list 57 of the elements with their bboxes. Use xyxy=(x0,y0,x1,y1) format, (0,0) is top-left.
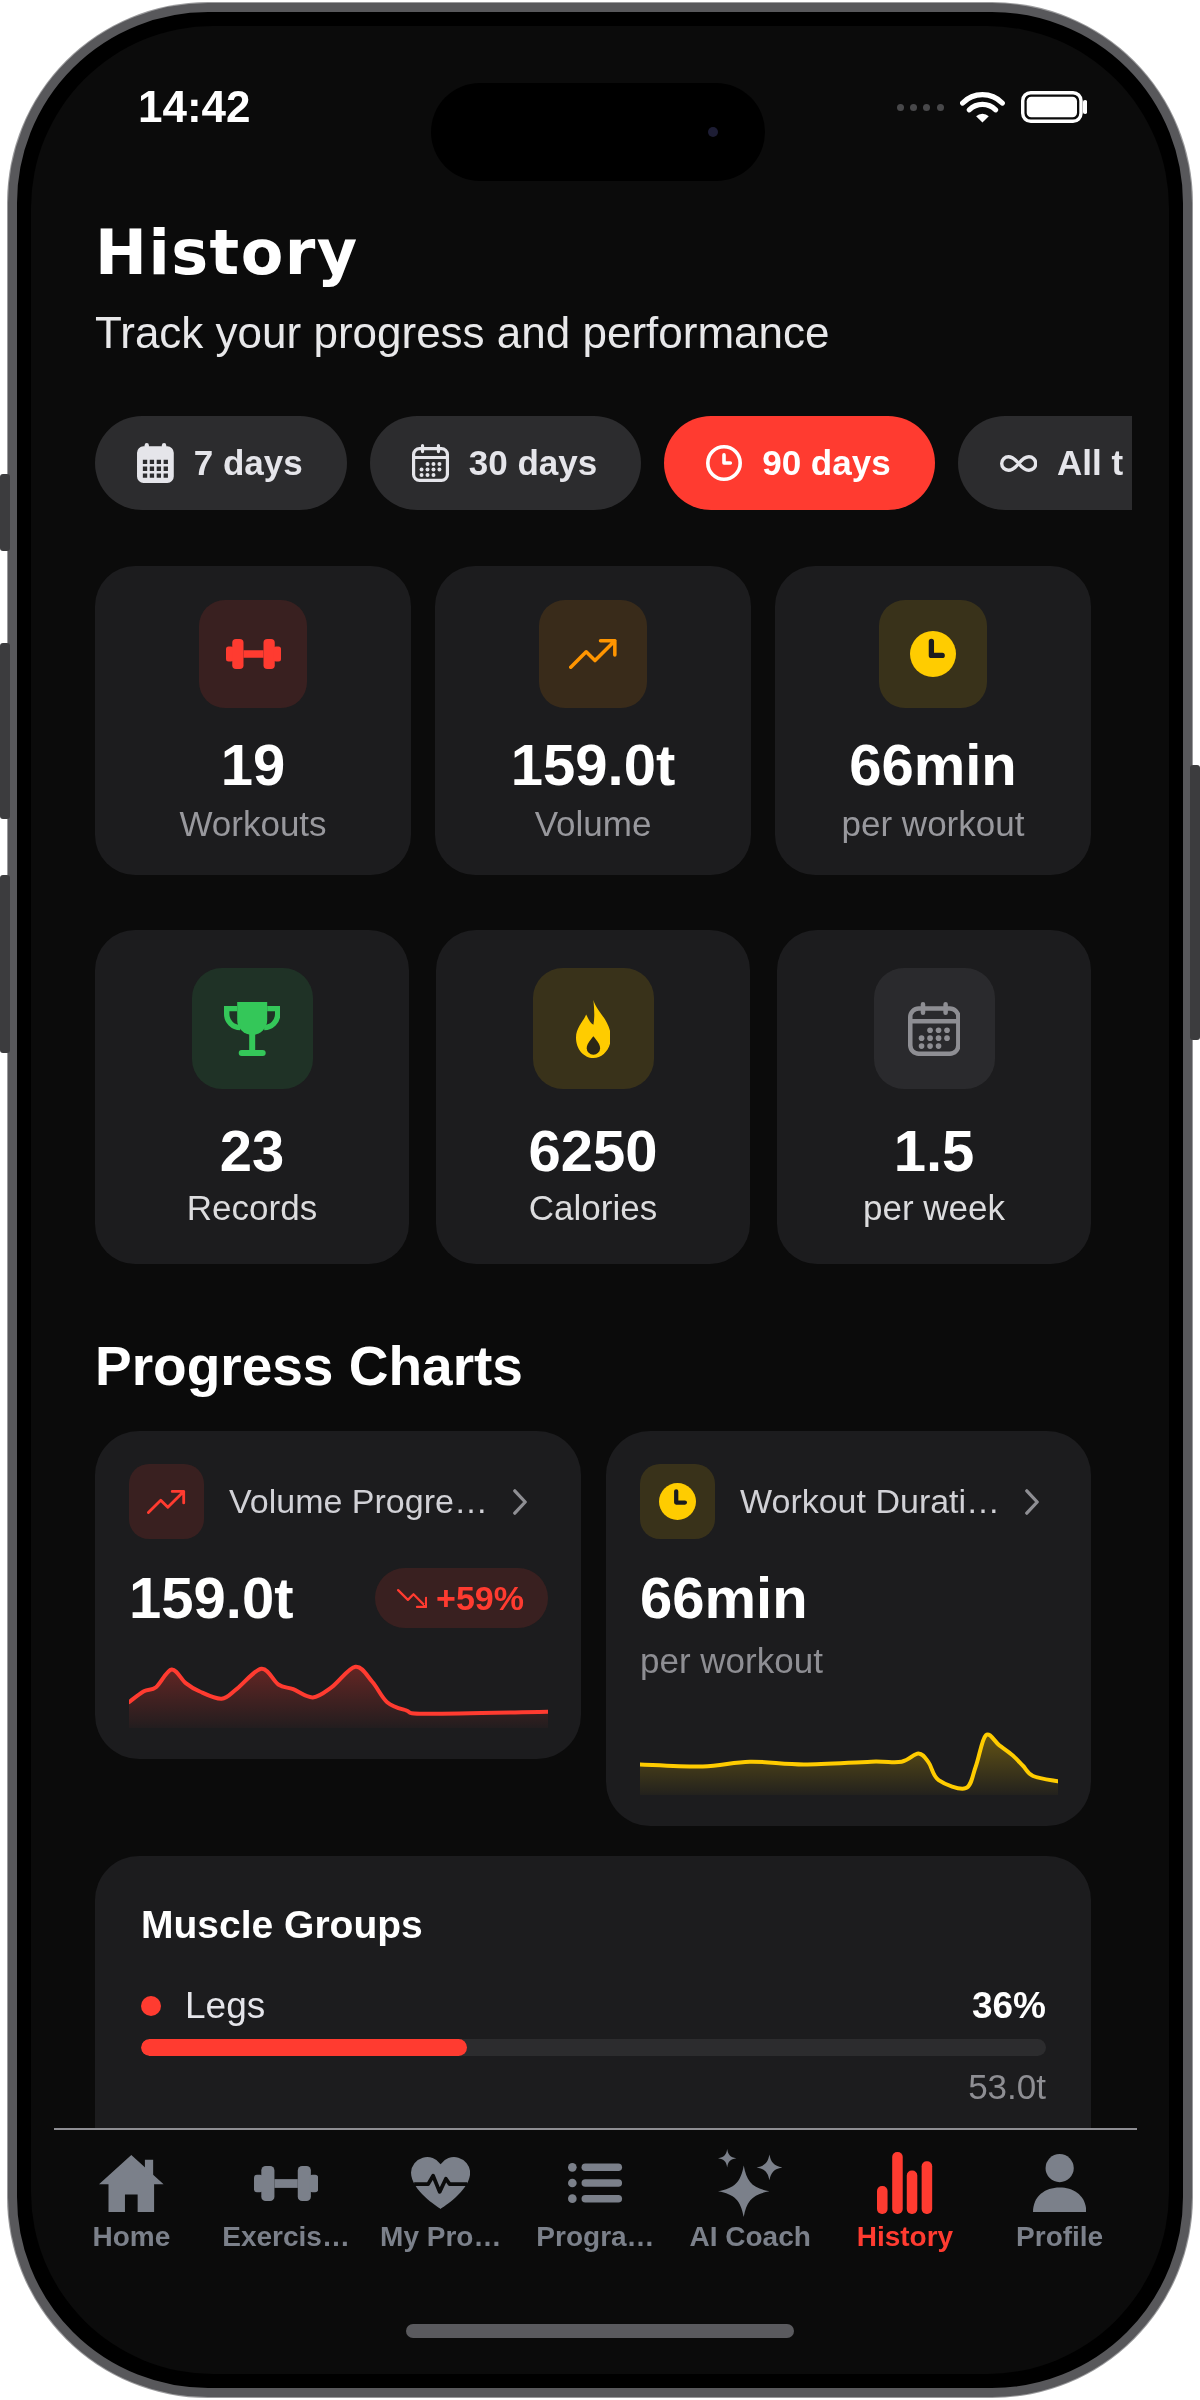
chart-value: 159.0t xyxy=(129,1566,294,1630)
sparkles-icon xyxy=(718,2149,783,2217)
change-percent: +59% xyxy=(436,1578,524,1618)
chevron-icon xyxy=(512,1488,527,1515)
stat-label: Calories xyxy=(528,1187,658,1229)
chart-title: Volume Progre… xyxy=(229,1482,488,1521)
muscle-name: Legs xyxy=(185,1985,266,2027)
chart-caption: per workout xyxy=(640,1640,823,1682)
muscle-share: 36% xyxy=(971,1985,1046,2027)
page-title: History xyxy=(95,218,359,288)
camera-icon xyxy=(708,127,718,137)
period-filter[interactable]: 7 days xyxy=(95,416,347,510)
list-icon xyxy=(568,2163,623,2203)
infinity-icon xyxy=(999,454,1038,472)
tab-item[interactable]: Profile xyxy=(1016,2152,1104,2254)
period-filter[interactable]: All t xyxy=(957,416,1132,510)
tab-item[interactable]: My Pro… xyxy=(380,2152,502,2254)
calendar-icon xyxy=(137,443,174,483)
heart-pulse-icon xyxy=(411,2157,471,2209)
chart-card[interactable]: Volume Progre… 159.0t +59% xyxy=(95,1431,581,1759)
stat-value: 19 xyxy=(220,733,286,797)
chart-value: 66min xyxy=(640,1566,808,1630)
card-title: Muscle Groups xyxy=(141,1902,423,1948)
person-icon xyxy=(1033,2154,1087,2212)
tab-item[interactable]: Progra… xyxy=(536,2152,655,2254)
home-icon xyxy=(99,2154,164,2212)
stat-value: 6250 xyxy=(528,1119,658,1183)
chevron-icon xyxy=(1025,1488,1040,1515)
bar-chart-icon xyxy=(877,2152,933,2214)
clock-icon xyxy=(706,445,743,481)
calendar-icon xyxy=(411,444,449,482)
tab-item[interactable]: History xyxy=(856,2152,954,2254)
stat-value: 1.5 xyxy=(893,1119,975,1183)
stat-label: per workout xyxy=(841,803,1025,845)
muscle-volume: 53.0t xyxy=(968,2066,1046,2108)
stat-value: 159.0t xyxy=(510,733,676,797)
stat-label: Volume xyxy=(534,803,652,845)
stat-value: 66min xyxy=(849,733,1017,797)
tab-item[interactable]: Home xyxy=(92,2152,171,2254)
wifi-icon xyxy=(959,91,1005,123)
stat-label: Records xyxy=(186,1187,318,1229)
trending-down-icon xyxy=(396,1588,428,1608)
dumbbell-icon xyxy=(253,2165,319,2201)
tab-item[interactable]: AI Coach xyxy=(689,2152,811,2254)
period-filter[interactable]: 30 days xyxy=(369,416,642,510)
period-filter[interactable]: 90 days xyxy=(664,416,935,510)
chart-title: Workout Durati… xyxy=(740,1482,1001,1521)
battery-icon xyxy=(1020,91,1087,123)
page-subtitle: Track your progress and performance xyxy=(95,307,830,359)
stat-label: per week xyxy=(863,1187,1005,1229)
section-title: Progress Charts xyxy=(95,1336,523,1396)
tab-item[interactable]: Exercis… xyxy=(222,2152,350,2254)
chart-card[interactable]: Workout Durati… 66min per workout xyxy=(606,1431,1091,1826)
signal-dots-icon xyxy=(896,103,944,111)
stat-value: 23 xyxy=(219,1119,285,1183)
stat-label: Workouts xyxy=(179,803,327,845)
status-time: 14:42 xyxy=(138,83,251,131)
